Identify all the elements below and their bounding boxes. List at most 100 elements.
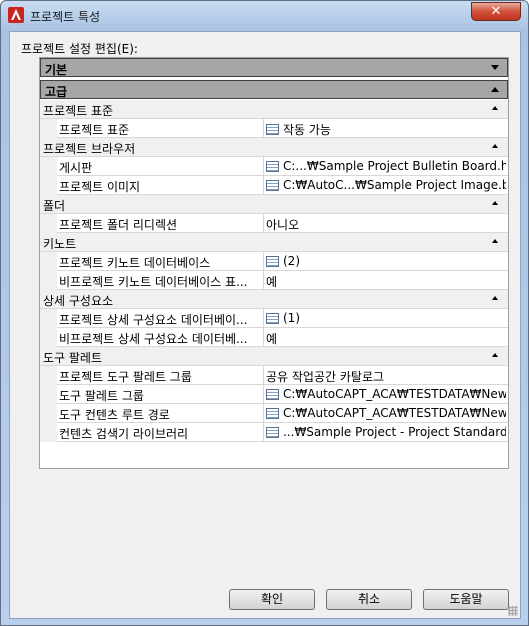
category-standards[interactable]: 프로젝트 표준 [40, 100, 508, 119]
property-name: 비프로젝트 키노트 데이터베이스 표... [59, 275, 248, 289]
value-text: C:₩AutoCAPT_ACA₩TESTDATA₩New...₩ [283, 387, 506, 401]
property-name: 프로젝트 키노트 데이터베이스 [59, 256, 211, 270]
list-icon [266, 388, 279, 400]
category-label: 상세 구성요소 [43, 294, 114, 308]
column-divider [263, 404, 264, 423]
property-value[interactable]: 예 [266, 273, 506, 290]
property-grid[interactable]: 기본 고급 프로젝트 표준 프로젝트 표준 작동 가능 프로젝트 브라우저 게시… [39, 57, 509, 469]
dialog-body: 프로젝트 설정 편집(E): 기본 고급 프로젝트 표준 프로젝트 표준 작동 … [9, 31, 521, 619]
property-value[interactable]: (1) [266, 311, 506, 325]
property-value[interactable]: 작동 가능 [266, 121, 506, 138]
row-gutter [40, 404, 57, 423]
collapse-icon [492, 353, 498, 357]
row-gutter [40, 328, 57, 347]
collapse-icon [492, 201, 498, 205]
property-row[interactable]: 비프로젝트 키노트 데이터베이스 표... 예 [40, 271, 508, 290]
row-gutter [40, 423, 57, 442]
row-gutter [40, 385, 57, 404]
autocad-app-icon[interactable] [8, 7, 24, 23]
column-divider [263, 271, 264, 290]
collapse-icon [492, 296, 498, 300]
property-row[interactable]: 프로젝트 도구 팔레트 그룹 공유 작업공간 카탈로그 [40, 366, 508, 385]
column-divider [263, 385, 264, 404]
resize-grip-icon[interactable] [508, 606, 518, 616]
collapse-icon [492, 239, 498, 243]
value-text: C:₩AutoC...₩Sample Project Image.bmp [283, 178, 506, 192]
list-icon [266, 179, 279, 191]
list-icon [266, 426, 279, 438]
category-label: 키노트 [43, 237, 77, 251]
edit-settings-label: 프로젝트 설정 편집(E): [21, 42, 138, 56]
list-icon [266, 124, 279, 135]
ok-button[interactable]: 확인 [229, 589, 315, 610]
property-row[interactable]: 프로젝트 표준 작동 가능 [40, 119, 508, 138]
property-value[interactable]: (2) [266, 254, 506, 268]
expand-icon [491, 65, 499, 70]
property-row[interactable]: 프로젝트 키노트 데이터베이스 (2) [40, 252, 508, 271]
section-advanced[interactable]: 고급 [40, 80, 508, 99]
collapse-icon [492, 144, 498, 148]
row-gutter [40, 366, 57, 385]
value-text: C:...₩Sample Project Bulletin Board.htm [283, 159, 506, 173]
property-name: 비프로젝트 상세 구성요소 데이터베... [59, 332, 248, 346]
property-value[interactable]: C:₩AutoC...₩Sample Project Image.bmp [266, 178, 506, 192]
category-folders[interactable]: 폴더 [40, 195, 508, 214]
property-row[interactable]: 컨텐츠 검색기 라이브러리 ...₩Sample Project - Proje… [40, 423, 508, 442]
category-label: 폴더 [43, 199, 66, 213]
list-icon [266, 312, 279, 324]
section-advanced-label: 고급 [45, 85, 68, 99]
property-value[interactable]: C:...₩Sample Project Bulletin Board.htm [266, 159, 506, 173]
row-gutter [40, 252, 57, 271]
property-name: 프로젝트 도구 팔레트 그룹 [59, 370, 192, 384]
value-text: 아니오 [266, 218, 300, 232]
property-name: 프로젝트 폴더 리디렉션 [59, 218, 178, 232]
row-gutter [40, 119, 57, 138]
property-value[interactable]: C:₩AutoCAPT_ACA₩TESTDATA₩New...₩ [266, 406, 506, 420]
list-icon [266, 160, 279, 172]
column-divider [263, 328, 264, 347]
property-row[interactable]: 프로젝트 폴더 리디렉션 아니오 [40, 214, 508, 233]
property-name: 컨텐츠 검색기 라이브러리 [59, 427, 189, 441]
column-divider [263, 214, 264, 233]
section-basic-label: 기본 [45, 63, 68, 77]
category-label: 프로젝트 브라우저 [43, 142, 136, 156]
property-name: 프로젝트 표준 [59, 123, 130, 137]
category-keynotes[interactable]: 키노트 [40, 233, 508, 252]
row-gutter [40, 176, 57, 195]
property-value[interactable]: 아니오 [266, 216, 506, 233]
value-text: 예 [266, 332, 278, 346]
column-divider [263, 176, 264, 195]
category-palettes[interactable]: 도구 팔레트 [40, 347, 508, 366]
category-browser[interactable]: 프로젝트 브라우저 [40, 138, 508, 157]
property-value[interactable]: C:₩AutoCAPT_ACA₩TESTDATA₩New...₩ [266, 387, 506, 401]
property-value[interactable]: ...₩Sample Project - Project Standards..… [266, 425, 506, 439]
value-text: C:₩AutoCAPT_ACA₩TESTDATA₩New...₩ [283, 406, 506, 420]
help-button[interactable]: 도움말 [423, 589, 509, 610]
title-bar: 프로젝트 특성 ✕ [1, 1, 528, 31]
close-button[interactable]: ✕ [471, 2, 521, 21]
category-label: 도구 팔레트 [43, 351, 103, 365]
property-row[interactable]: 비프로젝트 상세 구성요소 데이터베... 예 [40, 328, 508, 347]
project-properties-dialog: 프로젝트 특성 ✕ 프로젝트 설정 편집(E): 기본 고급 프로젝트 표준 프… [0, 0, 529, 626]
column-divider [263, 423, 264, 442]
property-name: 프로젝트 이미지 [59, 180, 141, 194]
section-basic[interactable]: 기본 [40, 58, 508, 77]
category-details[interactable]: 상세 구성요소 [40, 290, 508, 309]
column-divider [263, 309, 264, 328]
property-name: 프로젝트 상세 구성요소 데이터베이... [59, 313, 248, 327]
category-label: 프로젝트 표준 [43, 104, 114, 118]
value-text: (1) [283, 311, 300, 325]
row-gutter [40, 309, 57, 328]
property-row[interactable]: 프로젝트 이미지 C:₩AutoC...₩Sample Project Imag… [40, 176, 508, 195]
property-row[interactable]: 프로젝트 상세 구성요소 데이터베이... (1) [40, 309, 508, 328]
column-divider [263, 366, 264, 385]
cancel-button[interactable]: 취소 [326, 589, 412, 610]
property-row[interactable]: 게시판 C:...₩Sample Project Bulletin Board.… [40, 157, 508, 176]
property-row[interactable]: 도구 컨텐츠 루트 경로 C:₩AutoCAPT_ACA₩TESTDATA₩Ne… [40, 404, 508, 423]
property-value[interactable]: 공유 작업공간 카탈로그 [266, 368, 506, 385]
property-row[interactable]: 도구 팔레트 그룹 C:₩AutoCAPT_ACA₩TESTDATA₩New..… [40, 385, 508, 404]
property-value[interactable]: 예 [266, 330, 506, 347]
list-icon [266, 407, 279, 419]
column-divider [263, 119, 264, 138]
close-icon: ✕ [490, 4, 502, 19]
